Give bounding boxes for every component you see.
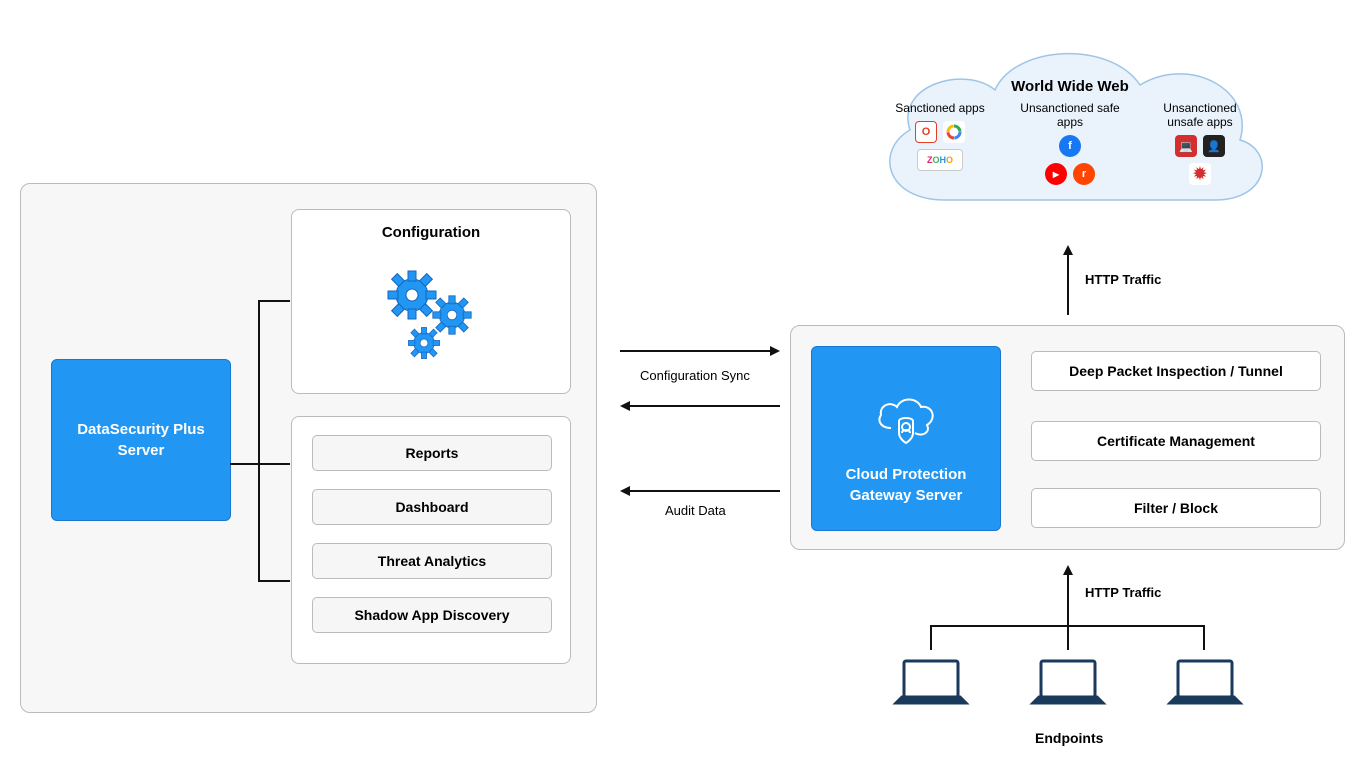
google-icon [943, 121, 965, 143]
arrow-head [1063, 245, 1073, 255]
gateway-server-box: Cloud Protection Gateway Server [811, 346, 1001, 531]
connector-line-vert [258, 300, 260, 580]
configuration-title: Configuration [292, 224, 570, 241]
sanctioned-apps-col: Sanctioned apps O ZOHO [885, 101, 995, 185]
reports-module: Reports [312, 435, 552, 471]
unsanctioned-unsafe-col: Unsanctioned unsafe apps 💻 👤 ✹ [1145, 101, 1255, 185]
world-wide-web-cloud: World Wide Web Sanctioned apps O ZOHO Un… [855, 30, 1285, 240]
threat-module: Threat Analytics [312, 543, 552, 579]
youtube-icon: ▶ [1045, 163, 1067, 185]
cloud-shield-icon [871, 372, 941, 454]
config-sync-label: Configuration Sync [640, 368, 750, 383]
arrow-config-sync-left [630, 405, 780, 407]
endpoints-label: Endpoints [1035, 730, 1103, 746]
audit-data-label: Audit Data [665, 503, 726, 518]
http-bottom-label: HTTP Traffic [1085, 585, 1161, 600]
filter-feature: Filter / Block [1031, 488, 1321, 528]
http-top-label: HTTP Traffic [1085, 272, 1161, 287]
configuration-box: Configuration [291, 209, 571, 394]
shadow-module: Shadow App Discovery [312, 597, 552, 633]
malware-laptop-icon: 💻 [1175, 135, 1197, 157]
endpoint-bracket-v3 [1203, 625, 1205, 650]
unsanctioned-safe-label: Unsanctioned safe apps [1015, 101, 1125, 129]
sanctioned-label: Sanctioned apps [885, 101, 995, 115]
laptop-icon [1027, 655, 1109, 718]
arrow-head [1063, 565, 1073, 575]
cloud-title: World Wide Web [855, 78, 1285, 95]
dashboard-module: Dashboard [312, 489, 552, 525]
arrow-http-bottom [1067, 575, 1069, 625]
endpoint-bracket-v2 [1067, 625, 1069, 650]
arrow-head [620, 486, 630, 496]
dpi-feature: Deep Packet Inspection / Tunnel [1031, 351, 1321, 391]
unsanctioned-unsafe-label: Unsanctioned unsafe apps [1145, 101, 1255, 129]
connector-to-config [258, 300, 290, 302]
arrow-config-sync-right [620, 350, 770, 352]
connector-line [230, 463, 290, 465]
laptop-icon [890, 655, 972, 718]
office-icon: O [915, 121, 937, 143]
reddit-icon: r [1073, 163, 1095, 185]
arrow-audit-data [630, 490, 780, 492]
arrow-head [770, 346, 780, 356]
modules-box: Reports Dashboard Threat Analytics Shado… [291, 416, 571, 664]
unsanctioned-safe-col: Unsanctioned safe apps f ▶ r [1015, 101, 1125, 185]
gateway-title: Cloud Protection Gateway Server [846, 464, 967, 506]
datasecurity-server-container: DataSecurity Plus Server Configuration [20, 183, 597, 713]
arrow-http-top [1067, 255, 1069, 315]
facebook-icon: f [1059, 135, 1081, 157]
connector-to-modules [258, 580, 290, 582]
gateway-container: Cloud Protection Gateway Server Deep Pac… [790, 325, 1345, 550]
virus-icon: ✹ [1189, 163, 1211, 185]
laptop-icon [1164, 655, 1246, 718]
zoho-icon: ZOHO [917, 149, 963, 171]
hacker-icon: 👤 [1203, 135, 1225, 157]
datasecurity-server-box: DataSecurity Plus Server [51, 359, 231, 521]
arrow-head [620, 401, 630, 411]
gears-icon [382, 265, 492, 380]
endpoint-bracket-v1 [930, 625, 932, 650]
datasecurity-server-title: DataSecurity Plus Server [77, 419, 205, 461]
cert-feature: Certificate Management [1031, 421, 1321, 461]
